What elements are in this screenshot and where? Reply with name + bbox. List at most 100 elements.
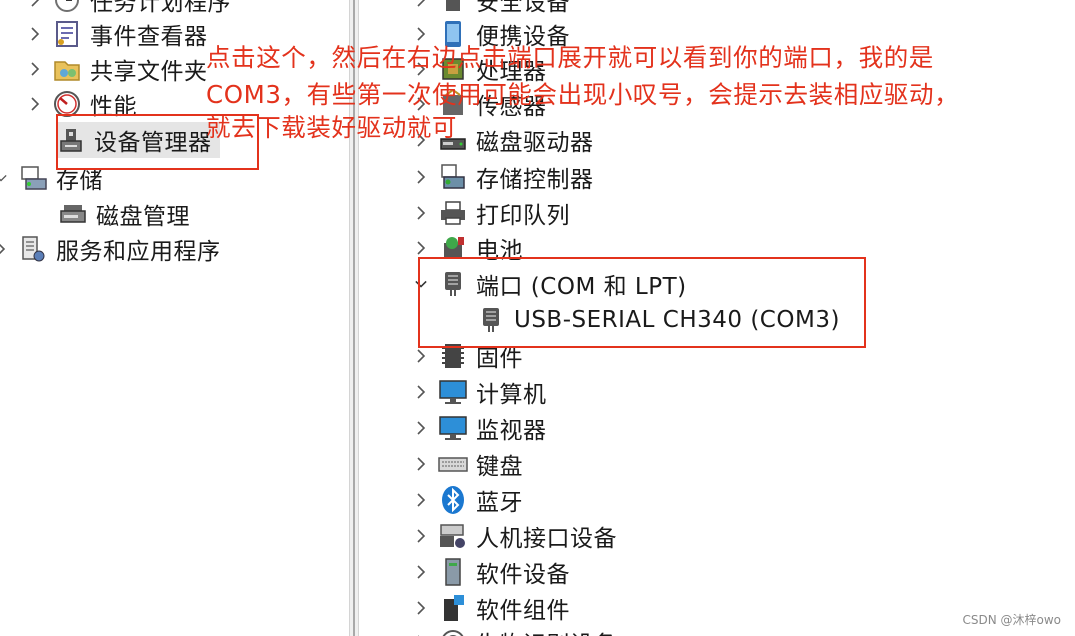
firmware-icon (442, 344, 464, 368)
chevron-right-icon[interactable] (410, 195, 432, 231)
tree-item-label: 性能 (90, 94, 137, 120)
device-category-label: 固件 (476, 346, 523, 372)
chevron-right-icon[interactable] (410, 624, 432, 636)
chevron-right-icon[interactable] (410, 230, 432, 266)
hid-icon (440, 524, 465, 548)
device-category-ports[interactable]: 端口 (COM 和 LPT) (410, 266, 687, 302)
device-category-bluetooth[interactable]: 蓝牙 (410, 482, 523, 518)
storage-controller-icon (441, 164, 465, 189)
chevron-right-icon[interactable] (410, 482, 432, 518)
device-category-label: 打印队列 (476, 203, 570, 229)
processor-icon (442, 58, 464, 80)
pane-splitter[interactable] (349, 0, 359, 636)
chevron-right-icon[interactable] (410, 122, 432, 158)
chevron-right-icon[interactable] (410, 446, 432, 482)
software-device-icon (445, 558, 461, 586)
tree-item-disk-management[interactable]: 磁盘管理 (52, 196, 190, 232)
console-tree-pane: 任务计划程序 事件查看器 共享文件夹 性能 设备管理器 存储 磁盘管理 服务和应… (0, 0, 348, 636)
device-category-disk-drives[interactable]: 磁盘驱动器 (410, 122, 594, 158)
device-category-label: 传感器 (476, 94, 547, 120)
port-icon (445, 272, 461, 296)
device-category-storage-controllers[interactable]: 存储控制器 (410, 159, 594, 195)
device-category-keyboards[interactable]: 键盘 (410, 446, 523, 482)
device-category-label: 便携设备 (476, 24, 570, 50)
chevron-right-icon[interactable] (410, 590, 432, 626)
tree-item-label: 事件查看器 (90, 24, 208, 50)
tree-item-label: 设备管理器 (94, 130, 212, 156)
device-category-label: 蓝牙 (476, 490, 523, 516)
device-label: USB-SERIAL CH340 (COM3) (514, 307, 840, 333)
device-category-label: 端口 (COM 和 LPT) (476, 274, 687, 300)
tree-item-label: 共享文件夹 (90, 59, 208, 85)
tree-item-services-and-applications[interactable]: 服务和应用程序 (0, 231, 221, 267)
tree-item-event-viewer[interactable]: 事件查看器 (24, 16, 208, 52)
computer-icon (439, 380, 467, 404)
device-category-portable[interactable]: 便携设备 (410, 16, 570, 52)
storage-icon (21, 166, 47, 190)
device-category-label: 键盘 (476, 454, 523, 480)
security-device-icon (446, 0, 460, 11)
device-category-label: 电池 (476, 238, 523, 264)
device-category-batteries[interactable]: 电池 (410, 230, 523, 266)
chevron-right-icon[interactable] (410, 374, 432, 410)
device-category-sensor[interactable]: 传感器 (410, 86, 547, 122)
tree-item-label: 服务和应用程序 (56, 239, 221, 265)
tree-item-label: 磁盘管理 (96, 204, 190, 230)
device-category-label: 处理器 (476, 59, 547, 85)
tree-item-storage[interactable]: 存储 (0, 160, 103, 196)
device-category-label: 软件组件 (476, 598, 570, 624)
chevron-right-icon[interactable] (0, 231, 12, 267)
clock-icon (55, 0, 79, 12)
device-category-label: 存储控制器 (476, 167, 594, 193)
chevron-right-icon[interactable] (410, 86, 432, 122)
chevron-right-icon[interactable] (410, 518, 432, 554)
device-category-label: 计算机 (476, 382, 547, 408)
port-icon (483, 308, 499, 332)
device-category-firmware[interactable]: 固件 (410, 338, 523, 374)
biometric-icon (442, 630, 464, 636)
shared-folder-icon (54, 61, 80, 81)
watermark: CSDN @沐梓owo (962, 613, 1061, 627)
chevron-right-icon[interactable] (410, 338, 432, 374)
chevron-down-icon[interactable] (410, 266, 432, 302)
chevron-right-icon[interactable] (410, 410, 432, 446)
device-category-monitors[interactable]: 监视器 (410, 410, 547, 446)
chevron-right-icon[interactable] (410, 16, 432, 52)
portable-device-icon (445, 21, 461, 47)
chevron-right-icon[interactable] (24, 16, 46, 52)
device-category-hid[interactable]: 人机接口设备 (410, 518, 617, 554)
tree-item-label: 存储 (56, 168, 103, 194)
tree-item-shared-folders[interactable]: 共享文件夹 (24, 51, 208, 87)
device-category-processor[interactable]: 处理器 (410, 51, 547, 87)
device-usb-serial-ch340[interactable]: USB-SERIAL CH340 (COM3) (476, 302, 840, 338)
services-icon (22, 236, 45, 262)
device-category-label: 监视器 (476, 418, 547, 444)
chevron-right-icon[interactable] (410, 159, 432, 195)
battery-icon (444, 237, 464, 259)
tree-item-label: 任务计划程序 (90, 0, 231, 16)
tree-item-device-manager[interactable]: 设备管理器 (56, 122, 220, 158)
printer-icon (441, 201, 465, 225)
device-category-computer[interactable]: 计算机 (410, 374, 547, 410)
chevron-right-icon[interactable] (24, 51, 46, 87)
disk-drive-icon (440, 138, 466, 150)
device-category-label: 安全设备 (476, 0, 570, 16)
event-viewer-icon (56, 21, 78, 47)
device-category-software-devices[interactable]: 软件设备 (410, 554, 570, 590)
chevron-down-icon[interactable] (0, 160, 12, 196)
bluetooth-icon (442, 486, 464, 514)
device-tree-pane: 安全设备 便携设备 处理器 传感器 磁盘驱动器 存储控制器 打印队列 电池 端口 (360, 0, 1075, 636)
performance-icon (54, 91, 80, 117)
device-category-label: 人机接口设备 (476, 526, 617, 552)
device-category-label: 软件设备 (476, 562, 570, 588)
monitor-icon (439, 416, 467, 440)
software-component-icon (444, 595, 464, 621)
device-category-biometric[interactable]: 生物识别设备 (410, 624, 617, 636)
device-category-software-components[interactable]: 软件组件 (410, 590, 570, 626)
device-category-label: 生物识别设备 (476, 625, 617, 636)
chevron-right-icon[interactable] (410, 51, 432, 87)
chevron-right-icon[interactable] (410, 554, 432, 590)
chevron-right-icon[interactable] (24, 86, 46, 122)
tree-item-performance[interactable]: 性能 (24, 86, 137, 122)
device-category-print-queues[interactable]: 打印队列 (410, 195, 570, 231)
